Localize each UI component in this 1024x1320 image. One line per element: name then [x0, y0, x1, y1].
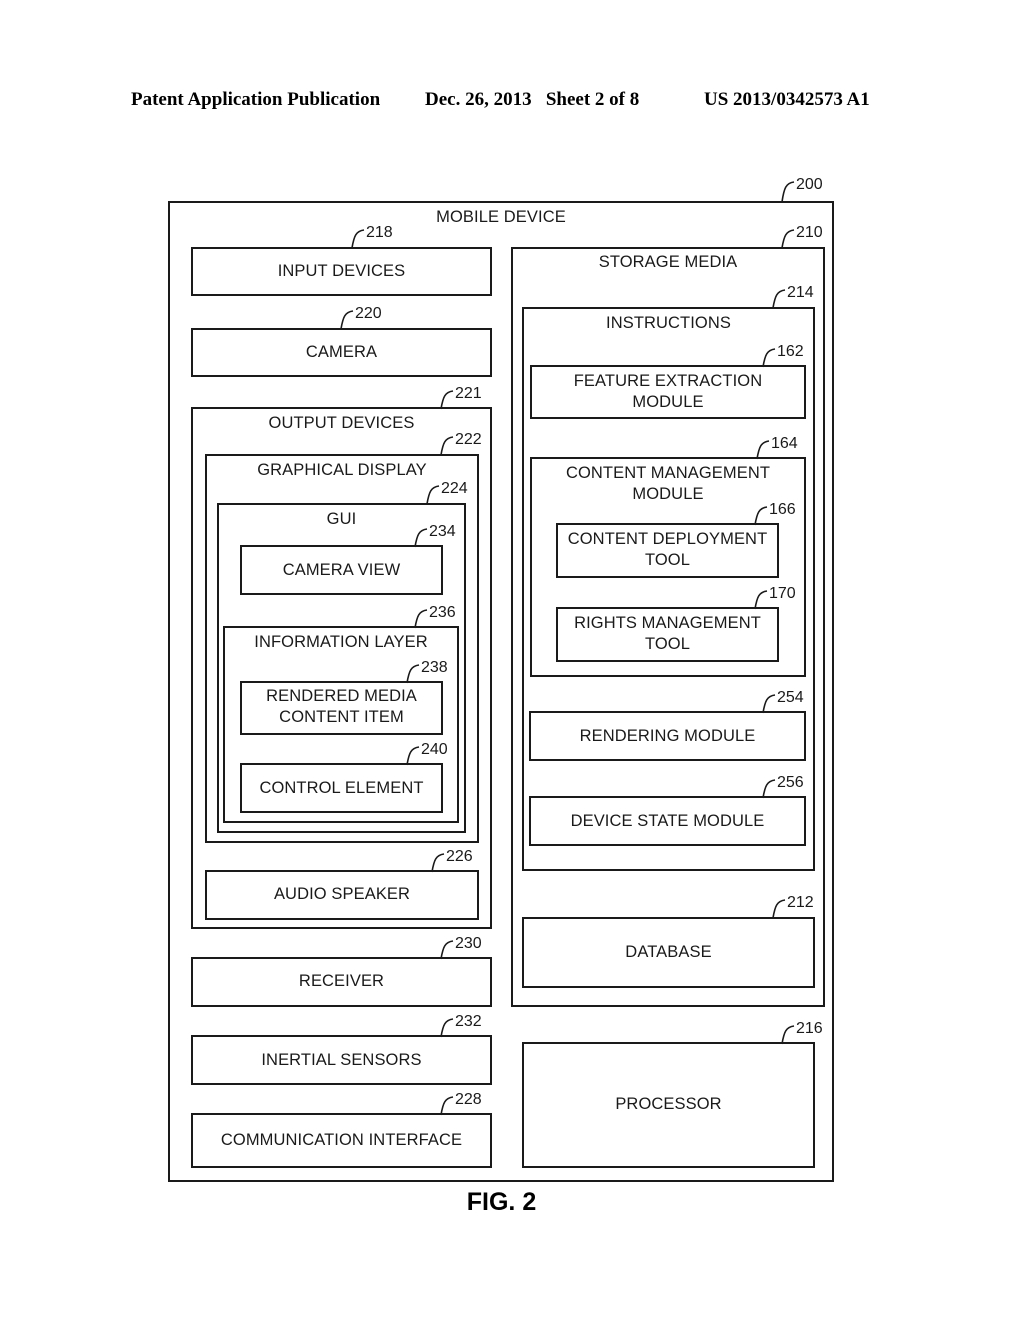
graphical-display-label: GRAPHICAL DISPLAY	[257, 461, 427, 479]
leader-line-icon	[414, 609, 428, 629]
leader-line-icon	[440, 390, 454, 410]
control-element-label: CONTROL ELEMENT	[259, 779, 424, 797]
ref-232: 232	[440, 1013, 482, 1038]
receiver-label: RECEIVER	[298, 972, 385, 990]
ref-216: 216	[781, 1020, 823, 1045]
input-devices-label: INPUT DEVICES	[277, 262, 406, 280]
leader-line-icon	[781, 181, 795, 203]
storage-media-label: STORAGE MEDIA	[598, 253, 738, 271]
processor-label: PROCESSOR	[615, 1095, 722, 1113]
ref-214: 214	[772, 284, 814, 309]
ref-240: 240	[406, 741, 448, 766]
ref-256: 256	[762, 774, 804, 799]
leader-line-icon	[756, 440, 770, 460]
figure-caption: FIG. 2	[466, 1188, 537, 1216]
leader-line-icon	[406, 664, 420, 684]
output-devices-label: OUTPUT DEVICES	[268, 414, 415, 432]
ref-166: 166	[754, 501, 796, 526]
leader-line-icon	[340, 310, 354, 330]
leader-line-icon	[762, 348, 776, 368]
leader-line-icon	[406, 746, 420, 766]
leader-line-icon	[772, 289, 786, 309]
camera-view-label: CAMERA VIEW	[282, 561, 401, 579]
ref-200: 200	[781, 176, 823, 203]
information-layer-label: INFORMATION LAYER	[254, 633, 428, 651]
leader-line-icon	[431, 853, 445, 873]
leader-line-icon	[414, 528, 428, 548]
communication-interface-label: COMMUNICATION INTERFACE	[220, 1131, 463, 1149]
publication-title: Patent Application Publication	[131, 89, 381, 110]
leader-line-icon	[762, 779, 776, 799]
ref-212: 212	[772, 894, 814, 919]
ref-218: 218	[351, 224, 393, 249]
leader-line-icon	[754, 590, 768, 610]
leader-line-icon	[440, 940, 454, 960]
ref-210: 210	[781, 224, 823, 249]
leader-line-icon	[781, 229, 795, 249]
leader-line-icon	[440, 436, 454, 456]
leader-line-icon	[440, 1018, 454, 1038]
ref-228: 228	[440, 1091, 482, 1116]
audio-speaker-label: AUDIO SPEAKER	[273, 885, 411, 903]
leader-line-icon	[426, 485, 440, 505]
leader-line-icon	[772, 899, 786, 919]
ref-226: 226	[431, 848, 473, 873]
inertial-sensors-label: INERTIAL SENSORS	[261, 1051, 422, 1069]
ref-234: 234	[414, 523, 456, 548]
instructions-label: INSTRUCTIONS	[606, 314, 731, 332]
leader-line-icon	[781, 1025, 795, 1045]
ref-164: 164	[756, 435, 798, 460]
ref-238: 238	[406, 659, 448, 684]
publication-date-sheet: Dec. 26, 2013 Sheet 2 of 8	[425, 89, 640, 110]
ref-220: 220	[340, 305, 382, 330]
ref-224: 224	[426, 480, 468, 505]
leader-line-icon	[351, 229, 365, 249]
publication-number: US 2013/0342573 A1	[704, 89, 870, 110]
ref-170: 170	[754, 585, 796, 610]
content-management-label: CONTENT MANAGEMENT MODULE	[565, 464, 771, 503]
ref-162: 162	[762, 343, 804, 368]
ref-221: 221	[440, 385, 482, 410]
ref-222: 222	[440, 431, 482, 456]
feature-extraction-label: FEATURE EXTRACTION MODULE	[573, 372, 763, 411]
ref-236: 236	[414, 604, 456, 629]
leader-line-icon	[762, 694, 776, 714]
rendered-media-label: RENDERED MEDIA CONTENT ITEM	[266, 687, 417, 726]
mobile-device-label: MOBILE DEVICE	[436, 208, 566, 226]
camera-label: CAMERA	[305, 343, 378, 361]
leader-line-icon	[754, 506, 768, 526]
rights-management-label: RIGHTS MANAGEMENT TOOL	[574, 614, 761, 653]
ref-254: 254	[762, 689, 804, 714]
device-state-module-label: DEVICE STATE MODULE	[570, 812, 765, 830]
leader-line-icon	[440, 1096, 454, 1116]
ref-230: 230	[440, 935, 482, 960]
database-label: DATABASE	[625, 943, 712, 961]
content-deployment-label: CONTENT DEPLOYMENT TOOL	[567, 530, 768, 569]
rendering-module-label: RENDERING MODULE	[579, 727, 756, 745]
